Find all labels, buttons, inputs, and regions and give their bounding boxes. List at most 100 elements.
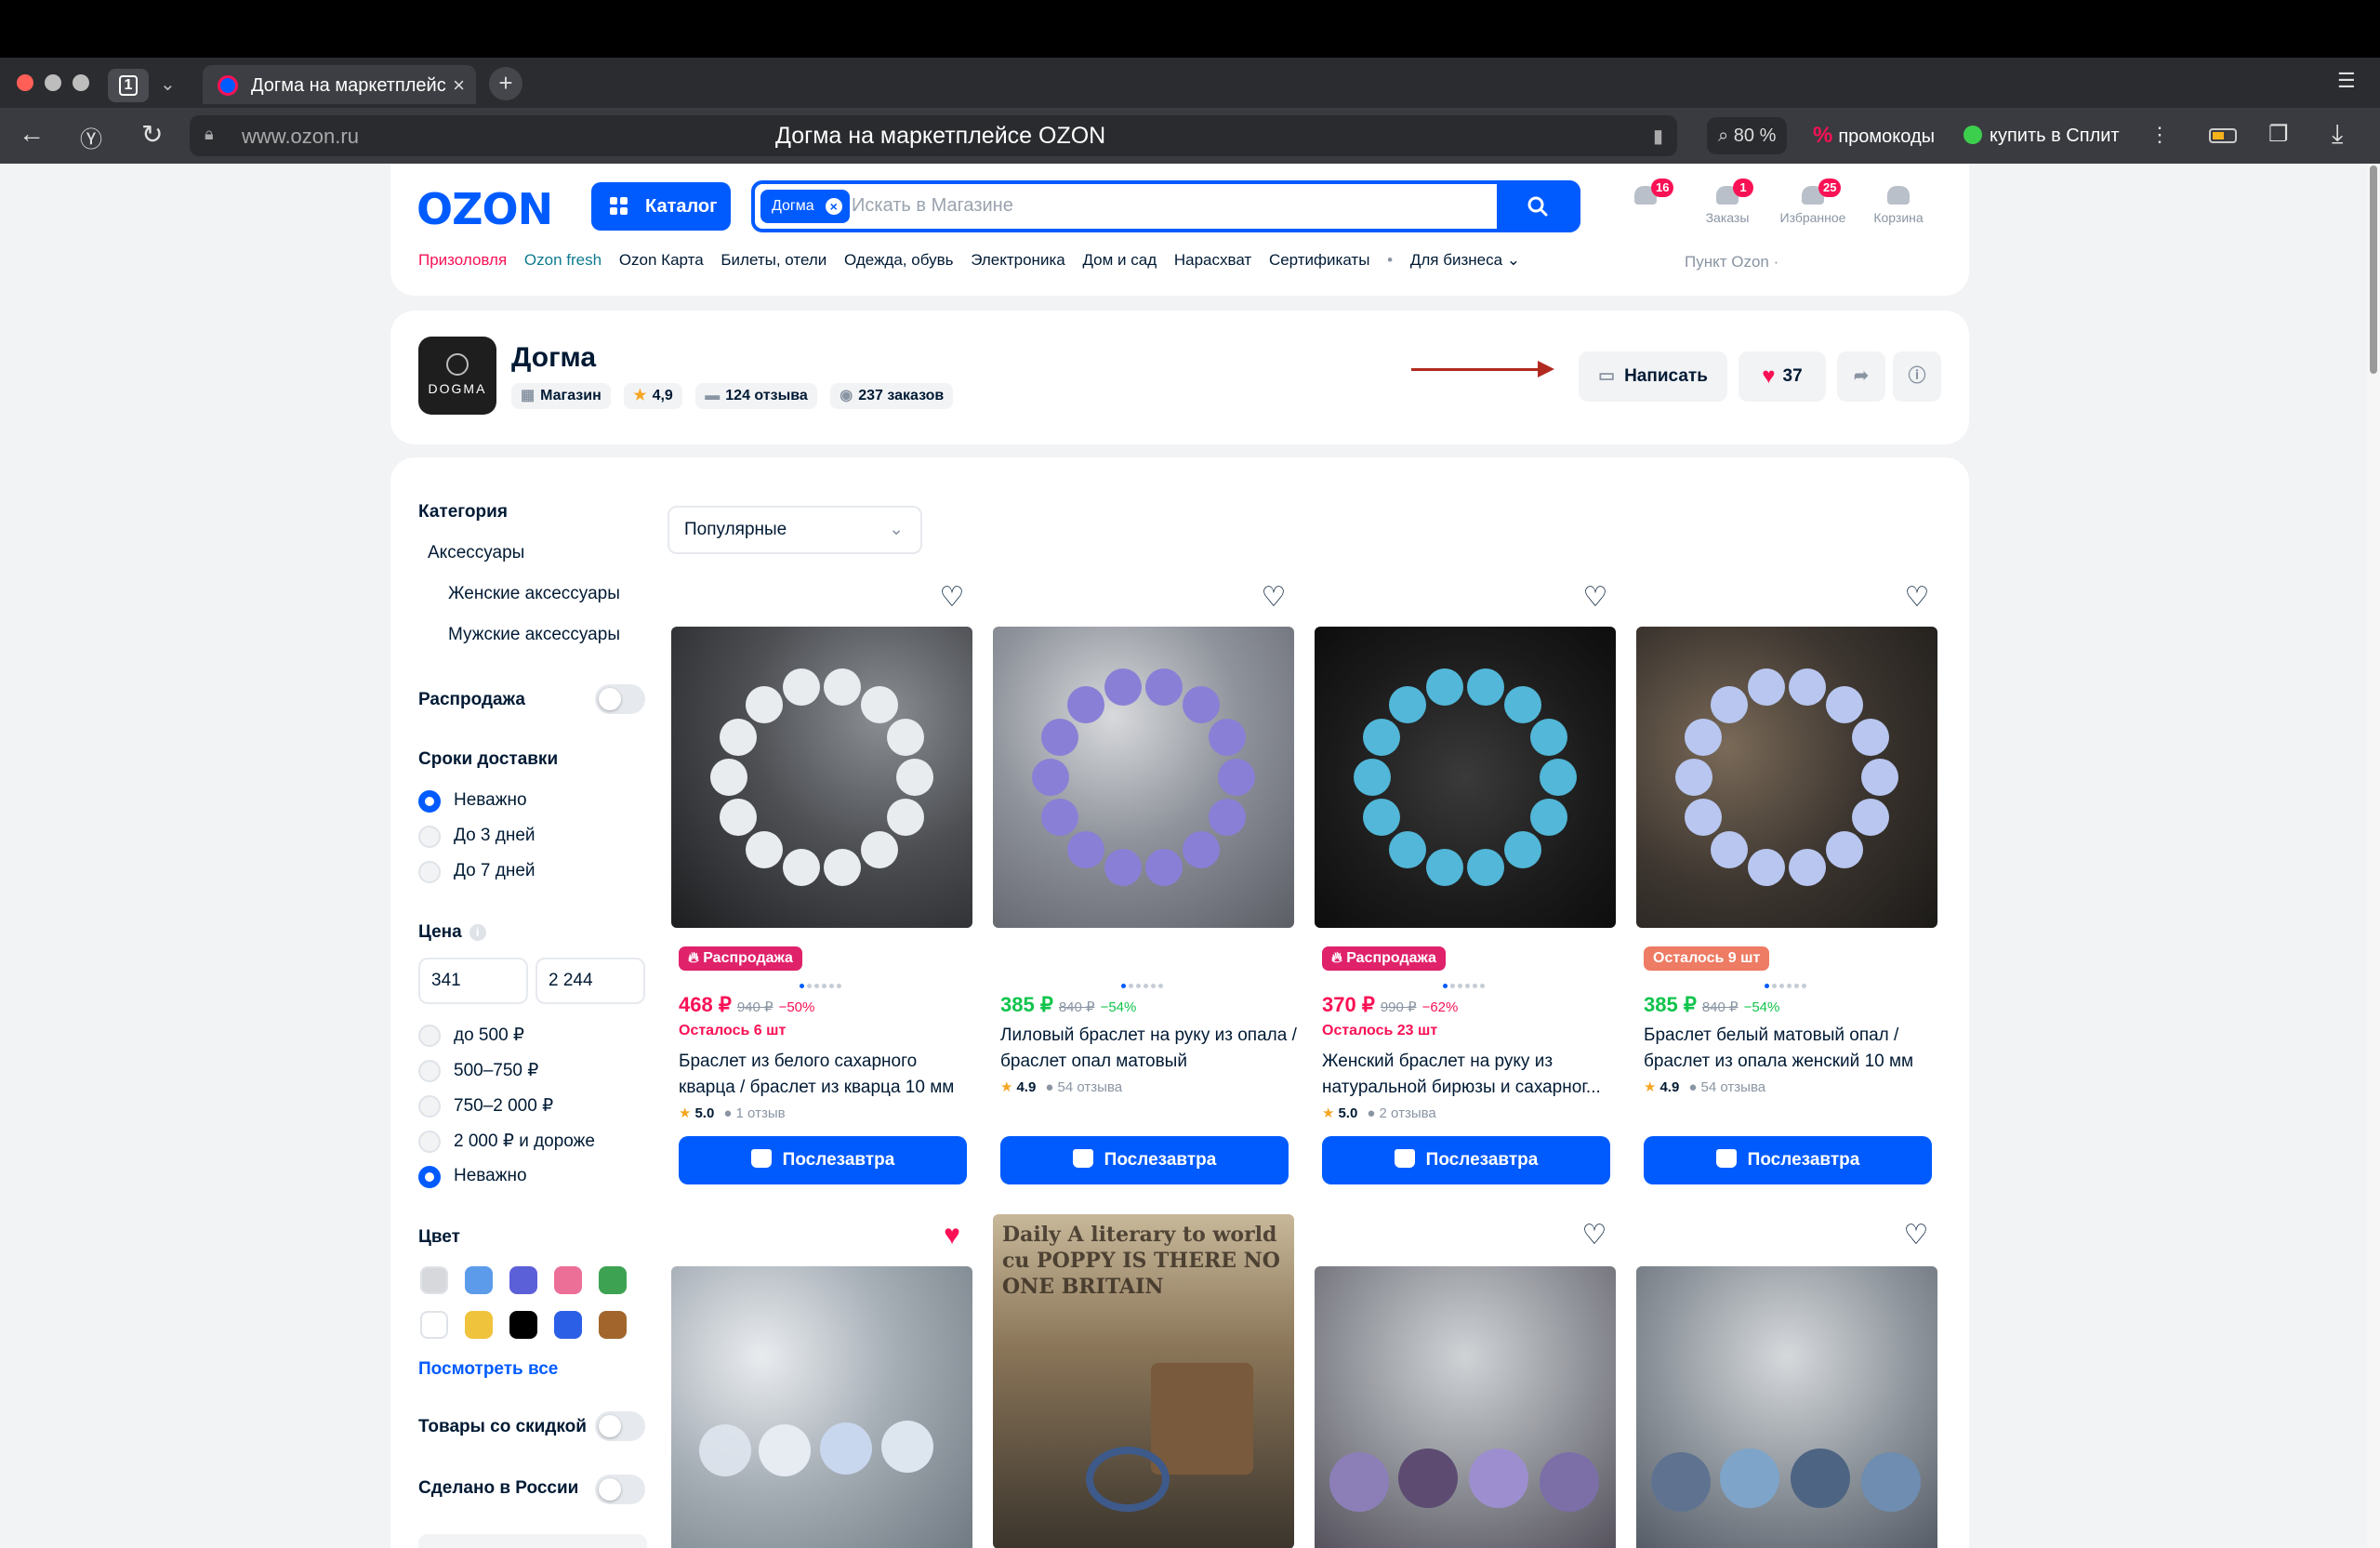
menu-item[interactable]: Для бизнеса ⌄ [1410,251,1520,270]
product-rating[interactable]: ★ 4.9 ● 54 отзыва [1644,1078,1765,1095]
pickup-point[interactable]: Пункт Ozon · [1685,253,1778,271]
color-swatch[interactable] [554,1266,582,1294]
color-swatch[interactable] [465,1311,493,1339]
color-swatch[interactable] [420,1266,448,1294]
product-rating[interactable]: ★ 5.0 ● 2 отзыва [1322,1105,1436,1121]
yandex-icon[interactable]: Ⓨ [80,121,102,153]
product-image[interactable] [993,627,1294,928]
info-icon[interactable]: i [469,924,486,941]
product-image[interactable] [1636,627,1937,928]
favorite-heart-icon[interactable]: ♥ [938,1222,966,1250]
product-image[interactable] [1315,1266,1616,1548]
favorite-heart-icon[interactable]: ♡ [1581,584,1609,612]
product-name[interactable]: Женский браслет на руку из натуральной б… [1322,1049,1620,1101]
product-image[interactable] [1636,1266,1937,1548]
delivery-radio[interactable] [418,826,441,848]
price-radio[interactable] [418,1166,441,1188]
category-link[interactable]: Женские аксессуары [448,584,620,604]
more-vertical-icon[interactable]: ⋮ [2149,123,2170,147]
menu-item[interactable]: Ozon Карта [619,251,704,270]
color-swatch[interactable] [509,1266,537,1294]
color-swatch[interactable] [599,1266,627,1294]
profile-button[interactable]: 16 [1608,179,1683,210]
add-to-cart-button[interactable]: Послезавтра [1644,1136,1932,1184]
split-button[interactable]: купить в Сплит [1952,117,2131,154]
download-icon[interactable]: ⤓ [2332,119,2343,150]
close-icon[interactable]: × [453,73,465,98]
close-window-button[interactable] [17,74,33,91]
orders-button[interactable]: Заказы 1 [1690,179,1765,225]
menu-item[interactable]: Электроника [971,251,1065,270]
scrollbar-thumb[interactable] [2370,165,2377,374]
cart-button[interactable]: Корзина [1861,186,1936,225]
price-radio[interactable] [418,1095,441,1118]
back-icon[interactable]: ← [19,119,45,149]
price-from-input[interactable]: 341 [418,958,528,1004]
ozon-logo[interactable]: OZON [416,184,553,234]
favorites-button[interactable]: Избранное 25 [1776,179,1850,225]
menu-item[interactable]: Призоловля [418,251,507,270]
like-button[interactable]: ♥ 37 [1739,351,1826,402]
favorite-heart-icon[interactable]: ♡ [1260,584,1288,612]
color-swatch[interactable] [465,1266,493,1294]
product-image[interactable]: Daily A literary to world cu POPPY IS TH… [993,1214,1294,1548]
zoom-indicator[interactable]: ⌕ 80 % [1707,117,1788,154]
discount-toggle[interactable] [595,1411,645,1441]
shop-logo[interactable]: DOGMA [418,337,496,415]
favorite-heart-icon[interactable]: ♡ [938,584,966,612]
tab-active[interactable]: Догма на маркетплейсе OZON × [203,65,476,104]
menu-item[interactable]: Билеты, отели [721,251,826,270]
product-image[interactable] [1315,627,1616,928]
menu-item[interactable]: Дом и сад [1082,251,1157,270]
favorite-heart-icon[interactable]: ♡ [1903,584,1931,612]
bookmark-icon[interactable]: ▮ [1653,125,1663,148]
sidebar-icon[interactable]: ☰ [2337,69,2356,93]
menu-item[interactable]: Одежда, обувь [844,251,953,270]
price-radio[interactable] [418,1131,441,1153]
menu-item[interactable]: Ozon fresh [524,251,602,270]
product-rating[interactable]: ★ 5.0 ● 1 отзыв [679,1105,786,1121]
product-rating[interactable]: ★ 4.9 ● 54 отзыва [1000,1078,1122,1095]
favorite-heart-icon[interactable]: ♡ [1902,1222,1930,1250]
chevron-down-icon[interactable]: ⌄ [160,73,176,96]
product-name[interactable]: Лиловый браслет на руку из опала /брасле… [1000,1023,1298,1075]
russia-toggle[interactable] [595,1475,645,1504]
address-bar[interactable]: 🔒︎ www.ozon.ru Догма на маркетплейсе OZO… [190,115,1677,156]
search-button[interactable] [1497,180,1580,232]
category-link[interactable]: Аксессуары [428,543,524,563]
shop-rating[interactable]: ★ 4,9 [624,383,682,409]
color-swatch[interactable] [554,1311,582,1339]
add-to-cart-button[interactable]: Послезавтра [1000,1136,1289,1184]
promo-button[interactable]: % промокоды [1802,117,1946,154]
search-scope-chip[interactable]: Догма × [760,190,850,223]
add-to-cart-button[interactable]: Послезавтра [1322,1136,1610,1184]
share-button[interactable]: ➦ [1837,351,1885,402]
delivery-radio[interactable] [418,861,441,883]
product-name[interactable]: Браслет белый матовый опал / браслет из … [1644,1023,1941,1075]
product-name[interactable]: Браслет из белого сахарного кварца / бра… [679,1049,976,1101]
category-link[interactable]: Мужские аксессуары [448,625,620,645]
sale-toggle[interactable] [595,684,645,714]
delivery-radio[interactable] [418,790,441,813]
minimize-window-button[interactable] [45,74,61,91]
info-button[interactable]: ⓘ [1893,351,1941,402]
see-all-colors-link[interactable]: Посмотреть все [418,1359,558,1380]
maximize-window-button[interactable] [73,74,89,91]
shop-reviews[interactable]: ▬ 124 отзыва [695,383,817,409]
color-swatch[interactable] [509,1311,537,1339]
color-swatch[interactable] [599,1311,627,1339]
product-image[interactable] [671,627,972,928]
tab-count-button[interactable]: 1 [108,69,149,102]
new-tab-button[interactable]: + [489,67,522,100]
reader-icon[interactable]: ❐ [2268,121,2289,148]
price-to-input[interactable]: 2 244 [536,958,645,1004]
reload-icon[interactable]: ↻ [141,119,163,150]
close-icon[interactable]: × [825,198,842,215]
price-radio[interactable] [418,1060,441,1082]
menu-item[interactable]: Сертификаты [1269,251,1369,270]
product-image[interactable] [671,1266,972,1548]
price-radio[interactable] [418,1025,441,1047]
write-button[interactable]: ▭ Написать [1579,351,1727,402]
search-field[interactable]: Догма × Искать в Магазине [751,180,1580,232]
color-swatch[interactable] [420,1311,448,1339]
